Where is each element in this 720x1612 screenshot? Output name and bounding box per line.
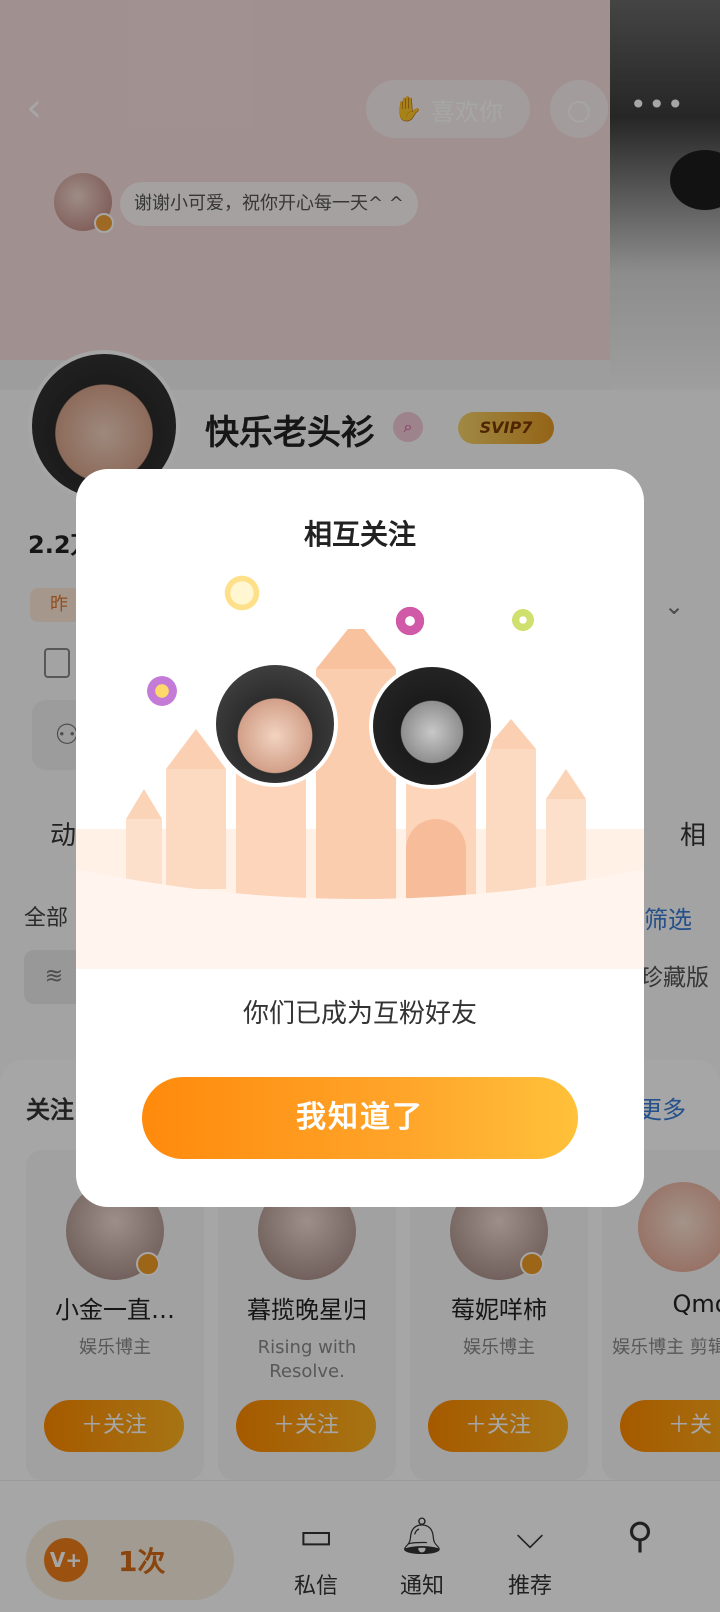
my-avatar xyxy=(212,661,338,787)
profile-page: ‹ ✋ 喜欢你 ○ ••• 谢谢小可爱，祝你开心每一天^ ^ 快乐老头衫 ⌕ S… xyxy=(0,0,720,1612)
firework-icon xyxy=(506,603,540,637)
friend-avatar xyxy=(369,663,495,789)
dialog-title: 相互关注 xyxy=(303,518,416,551)
got-it-button[interactable]: 我知道了 xyxy=(142,1077,578,1159)
firework-icon xyxy=(202,553,282,633)
dialog-message: 你们已成为互粉好友 xyxy=(242,999,477,1029)
mutual-follow-dialog: 相互关注 你们已成为互粉好友 我知道了 xyxy=(76,469,644,1207)
firework-icon xyxy=(136,665,188,717)
firework-icon xyxy=(388,599,432,643)
